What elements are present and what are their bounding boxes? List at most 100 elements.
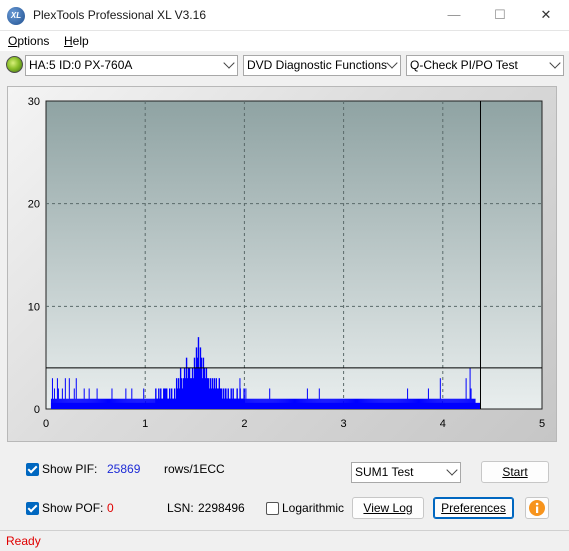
- data-bar: [81, 398, 83, 409]
- show-pof-label: Show POF:: [42, 501, 104, 515]
- data-bar: [65, 398, 67, 409]
- data-bar: [101, 398, 103, 409]
- start-button[interactable]: Start: [481, 461, 549, 483]
- data-bar: [66, 398, 68, 409]
- data-bar: [458, 398, 460, 409]
- data-bar: [329, 398, 331, 409]
- data-bar: [114, 398, 116, 409]
- data-bar: [308, 398, 310, 409]
- data-bar: [332, 398, 334, 409]
- data-bar: [410, 398, 412, 409]
- data-bar: [261, 398, 263, 409]
- data-bar: [302, 398, 304, 409]
- menu-help[interactable]: Help: [64, 34, 89, 48]
- drive-select[interactable]: HA:5 ID:0 PX-760A: [25, 55, 238, 76]
- data-bar: [293, 398, 295, 409]
- data-bar: [406, 398, 408, 409]
- data-bar: [258, 398, 260, 409]
- data-bar: [323, 398, 325, 409]
- data-bar: [394, 398, 396, 409]
- data-bar: [435, 398, 437, 409]
- data-bar: [359, 398, 361, 409]
- data-bar: [296, 398, 298, 409]
- data-bar: [263, 398, 265, 409]
- data-bar: [369, 398, 371, 409]
- view-log-button[interactable]: View Log: [352, 497, 424, 519]
- test-select[interactable]: Q-Check PI/PO Test: [406, 55, 564, 76]
- data-bar: [440, 398, 442, 409]
- close-button[interactable]: ✕: [523, 0, 569, 31]
- test-mode-value: SUM1 Test: [355, 465, 414, 479]
- test-mode-select[interactable]: SUM1 Test: [351, 462, 461, 483]
- data-bar: [73, 388, 75, 409]
- data-bar: [353, 398, 355, 409]
- preferences-button[interactable]: Preferences: [433, 497, 514, 519]
- data-bar: [454, 398, 456, 409]
- data-bar: [99, 398, 101, 409]
- data-bar: [246, 398, 248, 409]
- data-bar: [87, 398, 89, 409]
- data-bar: [347, 398, 349, 409]
- data-bar: [386, 398, 388, 409]
- data-bar: [275, 398, 277, 409]
- data-bar: [90, 398, 92, 409]
- data-bar: [276, 398, 278, 409]
- info-button[interactable]: [525, 497, 549, 519]
- data-bar: [415, 398, 417, 409]
- minimize-button[interactable]: —: [431, 0, 477, 31]
- chart-panel: 0 1 2 3 4 5 0 10 20 30: [7, 86, 557, 442]
- data-bar: [382, 398, 384, 409]
- data-bar: [452, 398, 454, 409]
- maximize-button[interactable]: ☐: [477, 0, 523, 31]
- data-bar: [124, 398, 126, 409]
- data-bar: [92, 398, 94, 409]
- data-bar: [106, 398, 108, 409]
- logarithmic-checkbox[interactable]: [266, 502, 279, 515]
- data-bar: [405, 398, 407, 409]
- window-title: PlexTools Professional XL V3.16: [33, 8, 206, 22]
- data-bar: [355, 398, 357, 409]
- data-bar: [148, 398, 150, 409]
- data-bar: [51, 378, 53, 409]
- data-bar: [463, 398, 465, 409]
- data-bar: [346, 398, 348, 409]
- x-tick-label: 5: [539, 418, 545, 430]
- data-bar: [134, 398, 136, 409]
- data-bar: [79, 398, 81, 409]
- show-pif-checkbox[interactable]: [26, 463, 39, 476]
- data-bar: [117, 398, 119, 409]
- data-bar: [392, 398, 394, 409]
- data-bar: [78, 398, 80, 409]
- data-bar: [151, 398, 153, 409]
- preferences-button-label: Preferences: [441, 501, 506, 515]
- data-bar: [303, 398, 305, 409]
- data-bar: [443, 398, 445, 409]
- data-bar: [317, 398, 319, 409]
- data-bar: [67, 398, 69, 409]
- data-bar: [368, 398, 370, 409]
- data-bar: [127, 398, 129, 409]
- data-bar: [289, 398, 291, 409]
- data-bar: [441, 398, 443, 409]
- data-bar: [455, 398, 457, 409]
- data-bar: [119, 398, 121, 409]
- data-bar: [71, 398, 73, 409]
- data-bar: [420, 398, 422, 409]
- info-icon: [529, 500, 545, 516]
- menu-options[interactable]: Options: [8, 34, 49, 48]
- data-bar: [254, 398, 256, 409]
- data-bar: [285, 398, 287, 409]
- data-bar: [366, 398, 368, 409]
- data-bar: [154, 398, 156, 409]
- data-bar: [448, 398, 450, 409]
- data-bar: [259, 398, 261, 409]
- show-pof-checkbox[interactable]: [26, 502, 39, 515]
- data-bar: [401, 398, 403, 409]
- data-bar: [299, 398, 301, 409]
- data-bar: [83, 388, 85, 409]
- data-bar: [104, 398, 106, 409]
- data-bar: [431, 398, 433, 409]
- start-button-label: Start: [502, 465, 528, 479]
- function-select[interactable]: DVD Diagnostic Functions: [243, 55, 401, 76]
- data-bar: [252, 398, 254, 409]
